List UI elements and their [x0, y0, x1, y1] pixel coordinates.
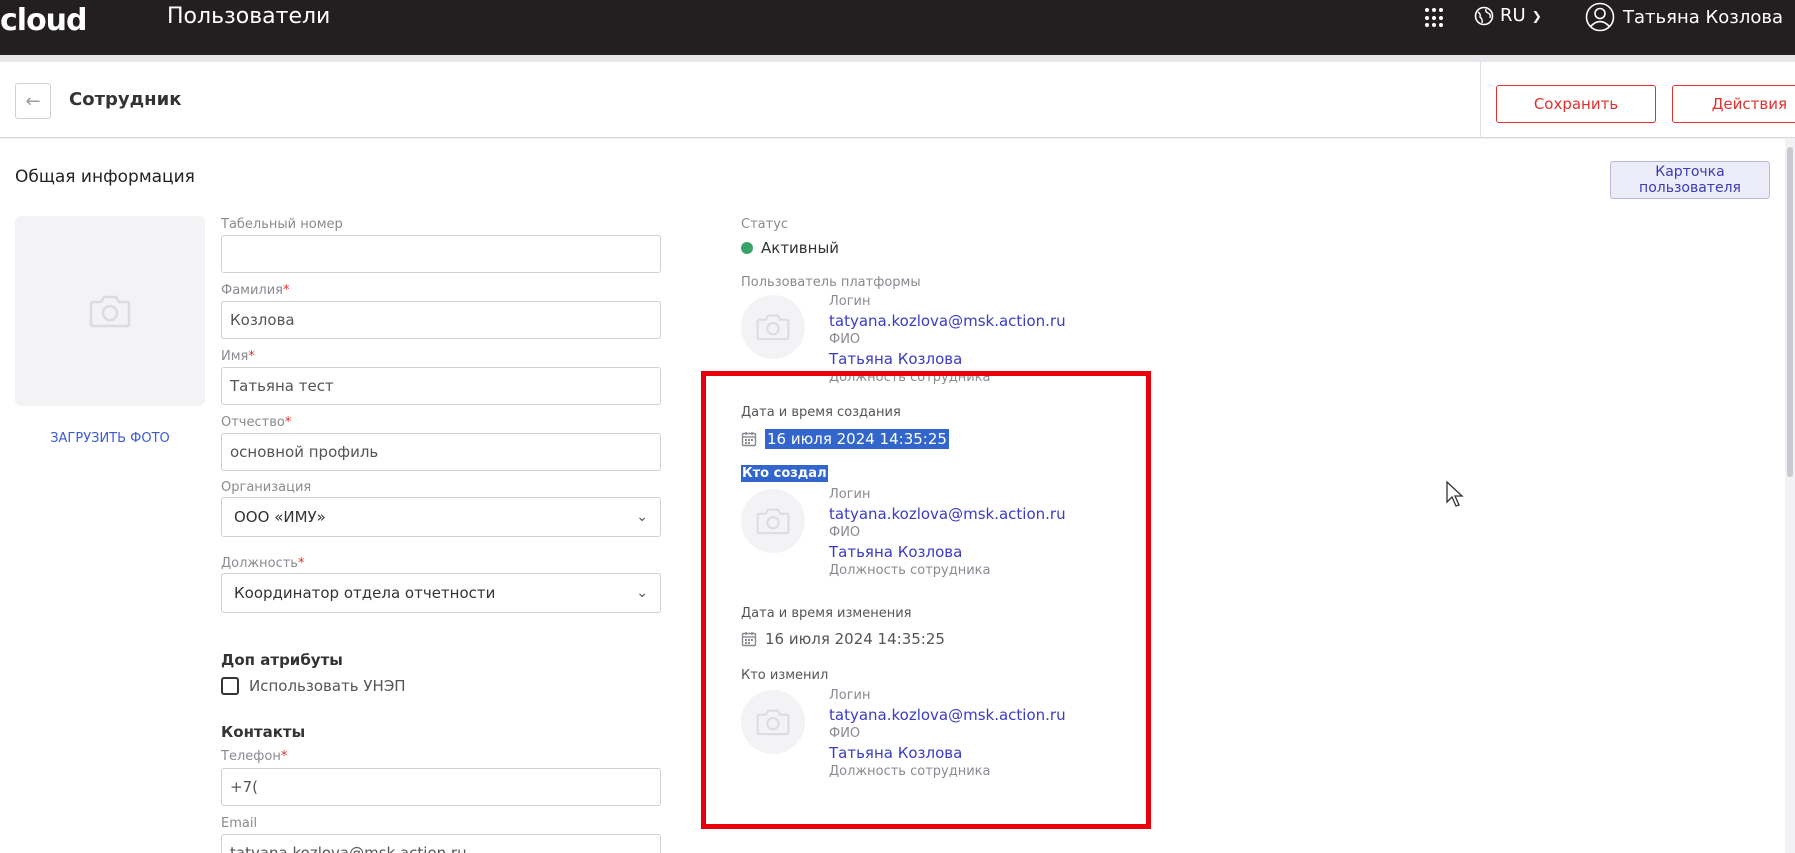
position-label: Должность*: [221, 556, 305, 571]
modified-date-value: 16 июля 2024 14:35:25: [765, 630, 945, 648]
platform-user-position-label: Должность сотрудника: [829, 370, 991, 385]
middle-name-input[interactable]: основной профиль: [221, 433, 661, 471]
use-unep-label: Использовать УНЭП: [249, 677, 406, 695]
platform-user-fio-label: ФИО: [829, 332, 861, 347]
section-title: Общая информация: [15, 167, 195, 187]
globe-icon: [1474, 6, 1494, 25]
header-divider: [1480, 62, 1481, 138]
scrollbar-thumb[interactable]: [1787, 147, 1793, 477]
language-switcher[interactable]: RU ❯: [1474, 5, 1542, 26]
language-label: RU: [1500, 5, 1526, 26]
first-name-label: Имя*: [221, 349, 255, 364]
modified-date-label: Дата и время изменения: [741, 606, 912, 621]
created-by-avatar: [741, 489, 805, 553]
page-header: ← Сотрудник Сохранить Действия: [0, 62, 1795, 138]
camera-icon: [89, 295, 131, 328]
user-menu[interactable]: Татьяна Козлова: [1585, 2, 1783, 32]
employee-form: Общая информация Карточка пользователя З…: [0, 139, 1795, 853]
camera-icon: [756, 314, 790, 341]
status-label: Статус: [741, 217, 789, 232]
middle-name-label: Отчество*: [221, 415, 292, 430]
logo-text: cloud: [0, 2, 88, 38]
user-circle-icon: [1585, 2, 1615, 32]
modified-by-position-label: Должность сотрудника: [829, 764, 991, 779]
app-section-title: Пользователи: [167, 4, 331, 29]
platform-user-fio[interactable]: Татьяна Козлова: [829, 350, 962, 368]
platform-user-login[interactable]: tatyana.kozlova@msk.action.ru: [829, 312, 1066, 330]
created-by-login-label: Логин: [829, 487, 871, 502]
email-label: Email: [221, 816, 258, 831]
user-card-button[interactable]: Карточка пользователя: [1610, 161, 1770, 199]
created-date: 16 июля 2024 14:35:25: [741, 429, 949, 449]
last-name-label: Фамилия*: [221, 283, 290, 298]
calendar-icon: [741, 432, 757, 447]
phone-label: Телефон*: [221, 749, 288, 764]
modified-by-login[interactable]: tatyana.kozlova@msk.action.ru: [829, 706, 1066, 724]
upload-photo-link[interactable]: ЗАГРУЗИТЬ ФОТО: [15, 431, 205, 446]
created-date-value: 16 июля 2024 14:35:25: [765, 429, 949, 449]
modified-date: 16 июля 2024 14:35:25: [741, 630, 945, 648]
created-by-position-label: Должность сотрудника: [829, 563, 991, 578]
tab-number-label: Табельный номер: [221, 217, 343, 232]
topbar-divider: [0, 55, 1795, 62]
position-select[interactable]: Координатор отдела отчетности ⌄: [221, 573, 661, 613]
calendar-icon: [741, 632, 757, 647]
top-bar: cloud Пользователи RU ❯ Татьяна Козлова: [0, 0, 1795, 55]
save-button[interactable]: Сохранить: [1496, 85, 1656, 123]
platform-user-login-label: Логин: [829, 294, 871, 309]
tab-number-input[interactable]: [221, 235, 661, 273]
modified-by-fio-label: ФИО: [829, 726, 861, 741]
created-by-label: Кто создал: [741, 465, 828, 482]
created-date-label: Дата и время создания: [741, 405, 901, 420]
platform-user-label: Пользователь платформы: [741, 275, 921, 290]
app-logo[interactable]: cloud: [0, 0, 88, 40]
created-by-fio-label: ФИО: [829, 525, 861, 540]
photo-placeholder[interactable]: [15, 216, 205, 406]
organization-label: Организация: [221, 480, 312, 495]
modified-by-login-label: Логин: [829, 688, 871, 703]
modified-by-avatar: [741, 690, 805, 754]
modified-by-fio[interactable]: Татьяна Козлова: [829, 744, 962, 762]
use-unep-checkbox[interactable]: [221, 677, 239, 695]
use-unep-option[interactable]: Использовать УНЭП: [221, 677, 406, 695]
modified-by-label: Кто изменил: [741, 668, 829, 683]
chevron-down-icon: ⌄: [636, 585, 648, 601]
email-input[interactable]: tatyana.kozlova@msk.action.ru: [221, 834, 661, 853]
camera-icon: [756, 709, 790, 736]
chevron-down-icon: ⌄: [636, 509, 648, 525]
created-by-fio[interactable]: Татьяна Козлова: [829, 543, 962, 561]
mouse-cursor-icon: [1446, 481, 1464, 507]
phone-input[interactable]: +7(: [221, 768, 661, 806]
contacts-title: Контакты: [221, 723, 306, 741]
camera-icon: [756, 508, 790, 535]
page-title: Сотрудник: [69, 89, 182, 110]
status-dot-icon: [741, 242, 753, 254]
user-name: Татьяна Козлова: [1623, 6, 1783, 28]
first-name-input[interactable]: Татьяна тест: [221, 367, 661, 405]
arrow-left-icon: ←: [25, 90, 41, 112]
last-name-input[interactable]: Козлова: [221, 301, 661, 339]
extra-attributes-title: Доп атрибуты: [221, 651, 343, 669]
actions-button[interactable]: Действия: [1672, 85, 1795, 123]
organization-select[interactable]: ООО «ИМУ» ⌄: [221, 497, 661, 537]
status-value: Активный: [741, 239, 839, 257]
page-scrollbar[interactable]: [1785, 139, 1795, 853]
created-by-login[interactable]: tatyana.kozlova@msk.action.ru: [829, 505, 1066, 523]
platform-user-avatar: [741, 295, 805, 359]
apps-grid-icon[interactable]: [1425, 8, 1445, 28]
back-button[interactable]: ←: [15, 83, 51, 119]
chevron-down-icon: ❯: [1531, 8, 1542, 23]
